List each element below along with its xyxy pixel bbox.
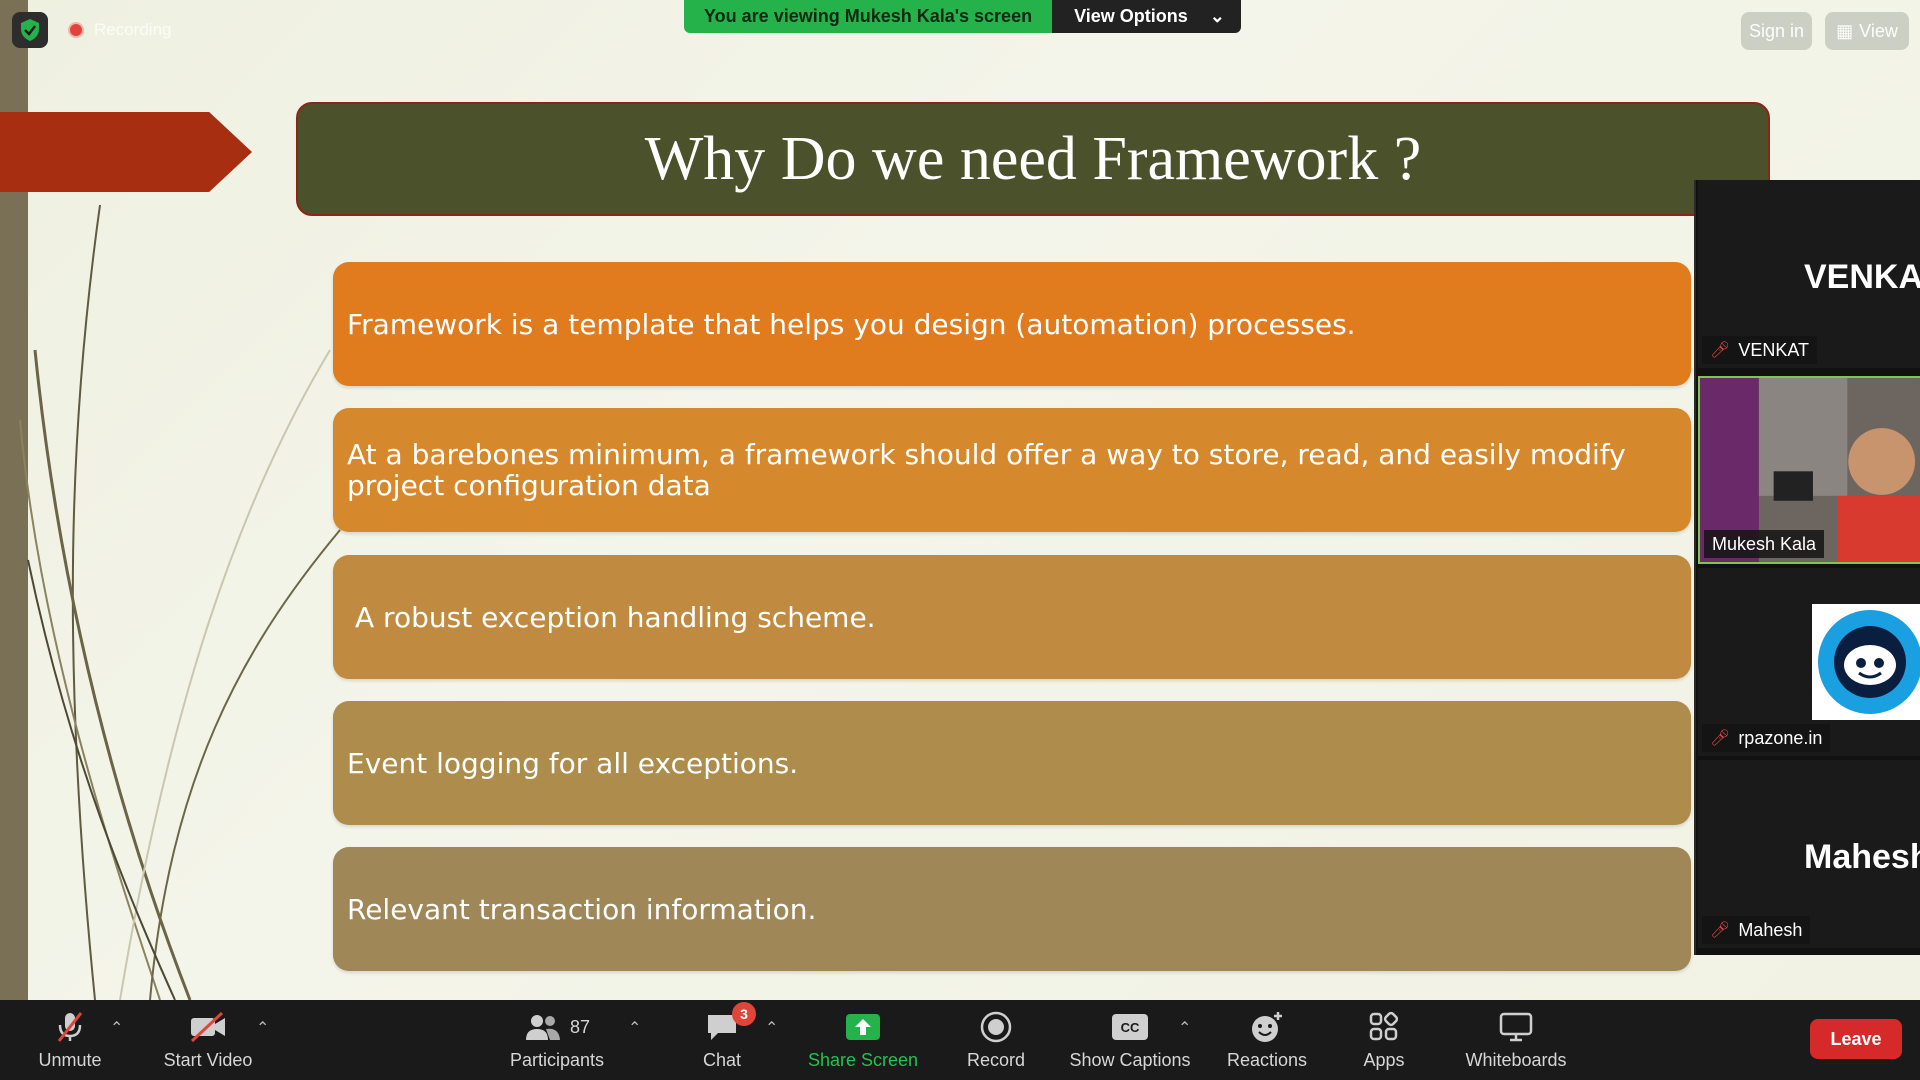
participant-name: VENKAT <box>1738 339 1809 360</box>
captions-icon: CC <box>1111 1008 1149 1046</box>
record-label: Record <box>966 1050 1026 1070</box>
whiteboards-button[interactable]: Whiteboards <box>1456 1008 1576 1074</box>
participants-count: 87 <box>569 1016 591 1037</box>
meeting-toolbar: Unmute ⌃ Start Video ⌃ 87 Participants ⌃… <box>0 1000 1920 1080</box>
record-icon <box>979 1008 1013 1046</box>
participant-name-tag: 🎤︎ rpazone.in <box>1702 724 1831 752</box>
participant-video-tile[interactable]: Mukesh Kala <box>1698 376 1920 564</box>
show-captions-label: Show Captions <box>1069 1050 1191 1070</box>
participants-icon-group: 87 <box>524 1008 590 1046</box>
participant-name: Mukesh Kala <box>1712 533 1817 554</box>
reactions-label: Reactions <box>1226 1050 1308 1070</box>
view-label: View <box>1859 20 1898 41</box>
recording-label: Recording <box>94 20 172 39</box>
participants-label: Participants <box>509 1050 605 1070</box>
shared-screen: Why Do we need Framework ? Framework is … <box>0 0 1920 1000</box>
participant-tile[interactable]: Mahesh 🎤︎ Mahesh <box>1698 760 1920 948</box>
captions-options-caret-icon[interactable]: ⌃ <box>1178 1018 1191 1038</box>
video-options-caret-icon[interactable]: ⌃ <box>256 1018 269 1038</box>
participant-display-name: VENKAT <box>1804 258 1920 296</box>
slide-bullet: Relevant transaction information. <box>333 847 1691 971</box>
participant-display-name: Mahesh <box>1804 838 1920 876</box>
slide-title-box: Why Do we need Framework ? <box>296 102 1770 216</box>
slide-bullet: At a barebones minimum, a framework shou… <box>333 408 1691 532</box>
share-screen-button[interactable]: Share Screen <box>805 1008 921 1074</box>
slide-title: Why Do we need Framework ? <box>644 124 1422 193</box>
whiteboard-icon <box>1498 1008 1534 1046</box>
participant-panel: VENKAT 🎤︎ VENKAT Mukesh Kala <box>1694 180 1920 955</box>
participants-options-caret-icon[interactable]: ⌃ <box>628 1018 641 1038</box>
reactions-button[interactable]: Reactions <box>1220 1008 1314 1074</box>
recording-indicator[interactable]: Recording <box>68 20 172 40</box>
apps-label: Apps <box>1363 1050 1405 1070</box>
video-off-icon <box>188 1008 228 1046</box>
mic-muted-icon <box>53 1008 87 1046</box>
leave-button[interactable]: Leave <box>1810 1019 1902 1059</box>
mic-muted-icon: 🎤︎ <box>1710 342 1731 359</box>
view-button[interactable]: ▦ View <box>1825 12 1909 50</box>
share-screen-label: Share Screen <box>807 1050 919 1070</box>
chat-options-caret-icon[interactable]: ⌃ <box>765 1018 778 1038</box>
slide-red-arrow <box>0 112 252 192</box>
sign-in-button[interactable]: Sign in <box>1741 12 1812 50</box>
screen-share-banner: You are viewing Mukesh Kala's screen Vie… <box>684 0 1241 33</box>
show-captions-button[interactable]: CC Show Captions <box>1064 1008 1196 1074</box>
record-dot-icon <box>68 22 84 38</box>
participant-name-tag: 🎤︎ VENKAT <box>1702 336 1817 364</box>
viewing-message: You are viewing Mukesh Kala's screen <box>684 0 1053 33</box>
chevron-down-icon: ⌄ <box>1209 6 1225 26</box>
chat-button[interactable]: 3 Chat <box>690 1002 756 1074</box>
share-screen-icon <box>845 1008 881 1046</box>
slide-bullet: Framework is a template that helps you d… <box>333 262 1691 386</box>
apps-icon <box>1368 1008 1400 1046</box>
audio-options-caret-icon[interactable]: ⌃ <box>110 1018 123 1038</box>
rpazone-logo <box>1812 604 1920 720</box>
chat-label: Chat <box>702 1050 742 1070</box>
participant-name-tag: Mukesh Kala <box>1704 530 1825 558</box>
slide-bullet: Event logging for all exceptions. <box>333 701 1691 825</box>
svg-text:CC: CC <box>1121 1020 1140 1035</box>
start-video-label: Start Video <box>163 1050 253 1070</box>
people-icon <box>525 1015 560 1040</box>
participant-name: Mahesh <box>1738 919 1803 940</box>
mic-muted-icon: 🎤︎ <box>1710 730 1731 747</box>
view-options-button[interactable]: View Options ⌄ <box>1052 0 1241 33</box>
start-video-button[interactable]: Start Video <box>158 1008 258 1074</box>
whiteboards-label: Whiteboards <box>1465 1050 1567 1070</box>
view-options-label: View Options <box>1074 6 1188 26</box>
chat-badge: 3 <box>732 1002 756 1026</box>
security-shield-icon[interactable] <box>12 12 48 48</box>
chat-icon: 3 <box>704 1002 756 1046</box>
participants-button[interactable]: 87 Participants <box>505 1008 609 1074</box>
unmute-label: Unmute <box>38 1050 102 1070</box>
slide-bullet: A robust exception handling scheme. <box>333 555 1691 679</box>
reactions-icon <box>1249 1008 1285 1046</box>
participant-name-tag: 🎤︎ Mahesh <box>1702 916 1811 944</box>
participant-name: rpazone.in <box>1738 727 1823 748</box>
mic-muted-icon: 🎤︎ <box>1710 922 1731 939</box>
record-button[interactable]: Record <box>954 1008 1038 1074</box>
unmute-button[interactable]: Unmute <box>28 1008 112 1074</box>
participant-tile[interactable]: 🎤︎ rpazone.in <box>1698 568 1920 756</box>
participant-tile[interactable]: VENKAT 🎤︎ VENKAT <box>1698 180 1920 368</box>
grid-view-icon: ▦ <box>1836 20 1854 41</box>
apps-button[interactable]: Apps <box>1352 1008 1416 1074</box>
